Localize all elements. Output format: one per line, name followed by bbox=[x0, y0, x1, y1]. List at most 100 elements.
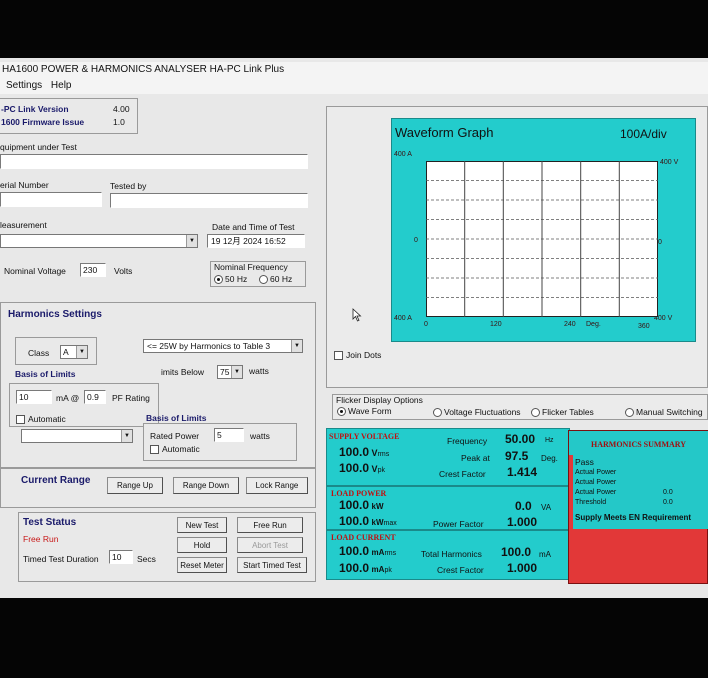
actual-power-3-value: 0.0 bbox=[663, 489, 673, 496]
flicker-options-group: Flicker Display Options Wave Form Voltag… bbox=[332, 394, 708, 420]
va-unit: VA bbox=[541, 503, 552, 512]
frequency-unit: Hz bbox=[545, 437, 554, 444]
nominal-voltage-input[interactable]: 230 bbox=[80, 263, 106, 277]
equipment-under-test-input[interactable] bbox=[0, 154, 308, 169]
frequency-label: Frequency bbox=[447, 436, 488, 446]
kw-value: 100.0 bbox=[339, 498, 370, 512]
hold-button[interactable]: Hold bbox=[177, 537, 227, 553]
total-harmonics-label: Total Harmonics bbox=[421, 549, 482, 559]
power-factor-value: 1.000 bbox=[507, 515, 538, 529]
class-dropdown[interactable]: A ▼ bbox=[60, 345, 88, 359]
lock-range-button[interactable]: Lock Range bbox=[246, 477, 308, 494]
meets-requirement-label: Supply Meets EN Requirement bbox=[575, 513, 692, 522]
voltage-rms-value: 100.0 bbox=[339, 445, 370, 459]
ma-rms-unit: mA bbox=[371, 548, 385, 557]
ma-input[interactable]: 10 bbox=[16, 390, 52, 404]
flicker-manual-option[interactable]: Manual Switching bbox=[625, 407, 703, 418]
chevron-down-icon: ▼ bbox=[76, 346, 87, 358]
waveform-scale: 100A/div bbox=[620, 127, 667, 141]
flicker-options-label: Flicker Display Options bbox=[336, 395, 423, 405]
menu-help[interactable]: Help bbox=[51, 80, 72, 91]
rated-power-input[interactable]: 5 bbox=[214, 428, 244, 442]
nominal-frequency-label: Nominal Frequency bbox=[214, 262, 288, 272]
checkbox-icon bbox=[334, 351, 343, 361]
menu-settings[interactable]: Settings bbox=[6, 80, 42, 91]
firmware-issue-value: 1.0 bbox=[113, 117, 125, 127]
actual-power-3-label: Actual Power bbox=[575, 489, 617, 496]
kw-max-value: 100.0 bbox=[339, 514, 370, 528]
limits-below-value: 75 bbox=[220, 367, 230, 377]
load-power-title: LOAD POWER bbox=[331, 489, 387, 498]
range-up-button[interactable]: Range Up bbox=[107, 477, 163, 494]
flicker-voltage-fluct-label: Voltage Fluctuations bbox=[444, 407, 521, 417]
join-dots-checkbox[interactable]: Join Dots bbox=[334, 350, 381, 361]
peak-at-unit: Deg. bbox=[541, 454, 558, 463]
harmonics-table-dropdown[interactable]: <= 25W by Harmonics to Table 3 ▼ bbox=[143, 339, 303, 353]
flicker-waveform-option[interactable]: Wave Form bbox=[337, 406, 392, 417]
peak-at-label: Peak at bbox=[461, 453, 490, 463]
chevron-down-icon: ▼ bbox=[186, 235, 197, 247]
rated-power-group: Rated Power 5 watts Automatic bbox=[143, 423, 297, 461]
start-timed-test-button[interactable]: Start Timed Test bbox=[237, 557, 307, 573]
menu-bar: Settings Help bbox=[0, 78, 708, 94]
ma-rms-value: 100.0 bbox=[339, 544, 370, 558]
serial-number-label: erial Number bbox=[0, 180, 49, 190]
serial-number-input[interactable] bbox=[0, 192, 102, 207]
radio-selected-icon bbox=[337, 407, 346, 417]
firmware-issue-label: 1600 Firmware Issue bbox=[1, 117, 85, 127]
rated-power-label: Rated Power bbox=[150, 431, 200, 441]
current-crest-value: 1.000 bbox=[507, 561, 538, 575]
kw-unit: kW bbox=[371, 502, 384, 511]
flicker-tables-option[interactable]: Flicker Tables bbox=[531, 407, 594, 418]
flicker-voltage-fluct-option[interactable]: Voltage Fluctuations bbox=[433, 407, 521, 418]
waveform-graph-title: Waveform Graph bbox=[395, 125, 494, 140]
voltage-rms-sub: rms bbox=[377, 451, 390, 458]
mouse-cursor-icon bbox=[352, 308, 362, 322]
test-status-title: Test Status bbox=[23, 517, 77, 528]
supply-voltage-panel: SUPPLY VOLTAGE 100.0 Vrms 100.0 Vpk Freq… bbox=[326, 428, 570, 486]
frequency-50hz-label: 50 Hz bbox=[225, 274, 248, 284]
pf-input[interactable]: 0.9 bbox=[84, 390, 106, 404]
range-down-button[interactable]: Range Down bbox=[173, 477, 239, 494]
checkbox-icon bbox=[16, 415, 25, 425]
tested-by-input[interactable] bbox=[110, 193, 308, 208]
pc-link-version-label: -PC Link Version bbox=[1, 104, 69, 114]
voltage-pk-value: 100.0 bbox=[339, 461, 370, 475]
current-range-panel: Current Range Range Up Range Down Lock R… bbox=[0, 468, 316, 508]
measurement-dropdown[interactable]: ▼ bbox=[0, 234, 198, 248]
harmonics-settings-title: Harmonics Settings bbox=[8, 309, 102, 320]
limits-below-dropdown[interactable]: 75 ▼ bbox=[217, 365, 243, 379]
tested-by-label: Tested by bbox=[110, 181, 147, 191]
load-current-panel: LOAD CURRENT 100.0 mArms 100.0 mApk Tota… bbox=[326, 530, 570, 580]
automatic-2-label: Automatic bbox=[162, 444, 200, 454]
kw-readout: 100.0 kW bbox=[339, 498, 384, 512]
measurement-label: leasurement bbox=[0, 220, 47, 230]
ma-pk-readout: 100.0 mApk bbox=[339, 561, 392, 575]
frequency-60hz-option[interactable]: 60 Hz bbox=[259, 274, 292, 285]
class-group: Class A ▼ bbox=[15, 337, 97, 365]
class-value: A bbox=[63, 347, 69, 357]
abort-test-button[interactable]: Abort Test bbox=[237, 537, 303, 553]
free-run-button[interactable]: Free Run bbox=[237, 517, 303, 533]
va-value: 0.0 bbox=[515, 499, 532, 513]
basis-of-limits-label: Basis of Limits bbox=[15, 369, 76, 379]
automatic-2-checkbox[interactable]: Automatic bbox=[150, 444, 200, 455]
test-status-panel: Test Status Free Run Timed Test Duration… bbox=[18, 512, 316, 582]
x-tick-240: 240 bbox=[564, 321, 576, 328]
chevron-down-icon: ▼ bbox=[121, 430, 132, 442]
y-left-mid-label: 0 bbox=[414, 237, 418, 244]
limits-below-unit: watts bbox=[249, 366, 269, 376]
limits-mode-dropdown[interactable]: ▼ bbox=[21, 429, 133, 443]
timed-duration-input[interactable]: 10 bbox=[109, 550, 133, 564]
checkbox-icon bbox=[150, 445, 159, 455]
date-time-field[interactable]: 19 12月 2024 16:52 bbox=[207, 234, 305, 248]
automatic-checkbox[interactable]: Automatic bbox=[16, 414, 66, 425]
reset-meter-button[interactable]: Reset Meter bbox=[177, 557, 227, 573]
load-current-title: LOAD CURRENT bbox=[331, 533, 396, 542]
actual-power-1-label: Actual Power bbox=[575, 469, 617, 476]
frequency-value: 50.00 bbox=[505, 432, 536, 446]
frequency-50hz-option[interactable]: 50 Hz bbox=[214, 274, 248, 285]
new-test-button[interactable]: New Test bbox=[177, 517, 227, 533]
limits-below-label: imits Below bbox=[161, 367, 204, 377]
chevron-down-icon: ▼ bbox=[231, 366, 242, 378]
